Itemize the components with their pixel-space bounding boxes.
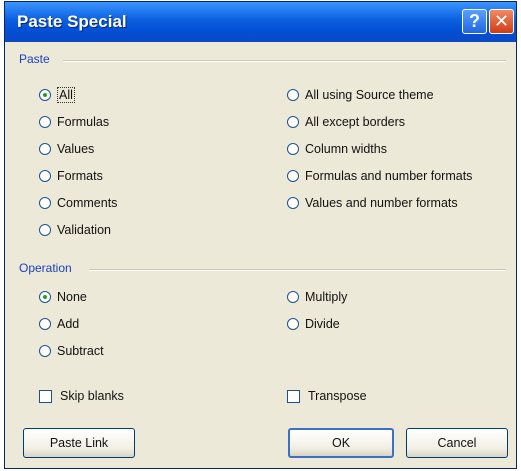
paste-link-button[interactable]: Paste Link bbox=[23, 428, 135, 458]
radio-selected[interactable] bbox=[39, 291, 51, 303]
paste-option-comments[interactable]: Comments bbox=[39, 193, 117, 213]
cancel-button[interactable]: Cancel bbox=[406, 428, 508, 458]
operation-option-add[interactable]: Add bbox=[39, 314, 79, 334]
radio-unselected[interactable] bbox=[39, 345, 51, 357]
paste-option-formulas[interactable]: Formulas bbox=[39, 112, 109, 132]
operation-option-none-label: None bbox=[57, 290, 87, 304]
operation-option-subtract[interactable]: Subtract bbox=[39, 341, 104, 361]
skip-blanks-label: Skip blanks bbox=[60, 389, 124, 403]
paste-option-formulas-number-formats[interactable]: Formulas and number formats bbox=[287, 166, 472, 186]
paste-option-values[interactable]: Values bbox=[39, 139, 94, 159]
paste-option-all-label: All bbox=[57, 87, 75, 103]
radio-unselected[interactable] bbox=[287, 197, 299, 209]
paste-option-values-number-formats[interactable]: Values and number formats bbox=[287, 193, 458, 213]
radio-unselected[interactable] bbox=[39, 170, 51, 182]
radio-selected[interactable] bbox=[39, 89, 51, 101]
paste-option-values-number-formats-label: Values and number formats bbox=[305, 196, 458, 210]
paste-option-formats[interactable]: Formats bbox=[39, 166, 103, 186]
help-icon: ? bbox=[469, 11, 480, 31]
operation-option-divide[interactable]: Divide bbox=[287, 314, 340, 334]
operation-option-subtract-label: Subtract bbox=[57, 344, 104, 358]
checkbox-box[interactable] bbox=[39, 389, 52, 403]
skip-blanks-checkbox[interactable]: Skip blanks bbox=[39, 386, 124, 406]
operation-section-label: Operation bbox=[19, 261, 72, 275]
radio-unselected[interactable] bbox=[287, 116, 299, 128]
radio-unselected[interactable] bbox=[39, 116, 51, 128]
operation-divider bbox=[89, 269, 506, 271]
operation-option-multiply[interactable]: Multiply bbox=[287, 287, 347, 307]
checkbox-box[interactable] bbox=[287, 389, 300, 403]
paste-option-formulas-label: Formulas bbox=[57, 115, 110, 129]
radio-unselected[interactable] bbox=[39, 197, 51, 209]
transpose-label: Transpose bbox=[308, 389, 367, 403]
radio-unselected[interactable] bbox=[287, 318, 299, 330]
operation-option-multiply-label: Multiply bbox=[305, 290, 348, 304]
paste-option-validation-label: Validation bbox=[57, 223, 111, 237]
paste-option-formats-label: Formats bbox=[57, 169, 103, 183]
paste-option-formulas-number-formats-label: Formulas and number formats bbox=[305, 169, 473, 183]
paste-option-column-widths[interactable]: Column widths bbox=[287, 139, 387, 159]
ok-button[interactable]: OK bbox=[288, 428, 394, 458]
title-bar: Paste Special ? ✕ bbox=[5, 2, 516, 42]
paste-option-column-widths-label: Column widths bbox=[305, 142, 387, 156]
operation-option-add-label: Add bbox=[57, 317, 80, 331]
paste-special-dialog: Paste Special ? ✕ Paste All Formulas Val… bbox=[4, 1, 517, 469]
paste-option-values-label: Values bbox=[57, 142, 95, 156]
operation-option-none[interactable]: None bbox=[39, 287, 87, 307]
radio-unselected[interactable] bbox=[39, 224, 51, 236]
radio-unselected[interactable] bbox=[39, 143, 51, 155]
transpose-checkbox[interactable]: Transpose bbox=[287, 386, 367, 406]
radio-unselected[interactable] bbox=[287, 291, 299, 303]
close-icon: ✕ bbox=[493, 11, 510, 31]
radio-unselected[interactable] bbox=[287, 143, 299, 155]
operation-option-divide-label: Divide bbox=[305, 317, 340, 331]
close-button[interactable]: ✕ bbox=[489, 9, 514, 34]
paste-option-all-except-borders-label: All except borders bbox=[305, 115, 406, 129]
paste-section-label: Paste bbox=[19, 52, 50, 66]
paste-option-all-source-theme[interactable]: All using Source theme bbox=[287, 85, 434, 105]
paste-option-all[interactable]: All bbox=[39, 85, 75, 105]
radio-unselected[interactable] bbox=[39, 318, 51, 330]
paste-option-comments-label: Comments bbox=[57, 196, 118, 210]
paste-option-validation[interactable]: Validation bbox=[39, 220, 111, 240]
paste-divider bbox=[63, 60, 506, 62]
radio-unselected[interactable] bbox=[287, 89, 299, 101]
paste-option-all-source-theme-label: All using Source theme bbox=[305, 88, 434, 102]
help-button[interactable]: ? bbox=[462, 9, 487, 34]
paste-option-all-except-borders[interactable]: All except borders bbox=[287, 112, 405, 132]
dialog-title: Paste Special bbox=[17, 12, 127, 31]
radio-unselected[interactable] bbox=[287, 170, 299, 182]
